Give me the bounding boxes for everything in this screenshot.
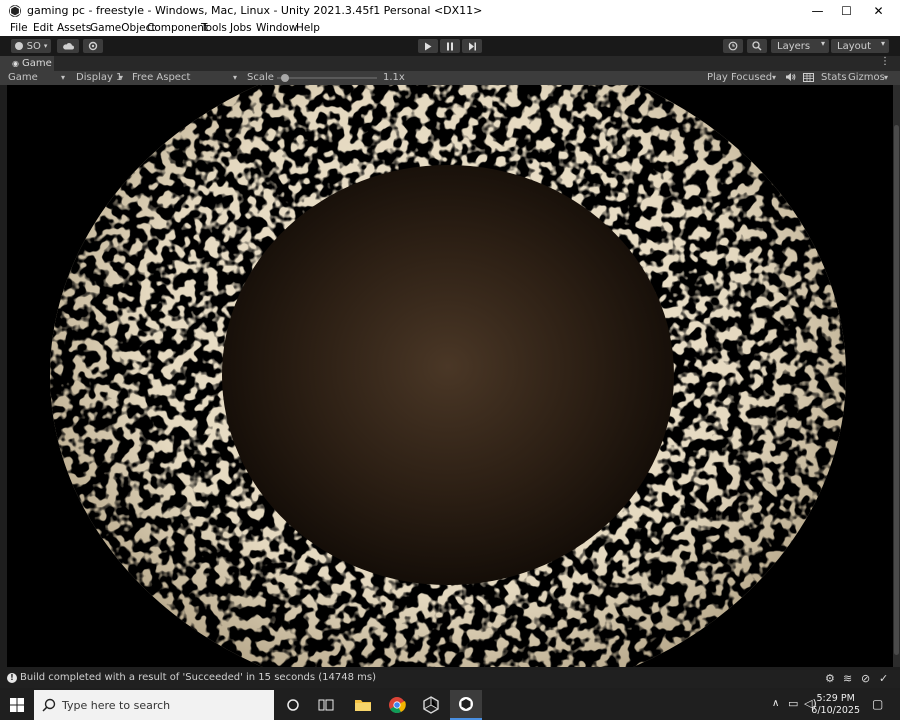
notifications-icon[interactable]: ▢ <box>872 697 883 711</box>
cortana-icon[interactable] <box>282 694 304 716</box>
history-button[interactable] <box>723 39 743 53</box>
window-title: gaming pc - freestyle - Windows, Mac, Li… <box>27 4 483 17</box>
more-options-icon[interactable]: ⋮ <box>880 56 890 67</box>
menu-help[interactable]: Help <box>296 22 320 34</box>
pause-button[interactable] <box>440 39 460 53</box>
inner-sphere <box>222 165 674 585</box>
play-button[interactable] <box>418 39 438 53</box>
stats-button[interactable]: Stats <box>821 71 847 85</box>
windows-start-icon[interactable] <box>6 694 28 716</box>
display-select[interactable]: Display 1 <box>76 71 122 85</box>
menu-file[interactable]: File <box>10 22 28 34</box>
pause-icon <box>447 42 453 50</box>
menu-window[interactable]: Window <box>256 22 297 34</box>
game-controls-bar: Game ▾ Display 1 ▾ Free Aspect ▾ Scale 1… <box>0 71 900 85</box>
chevron-down-icon: ▾ <box>884 73 889 82</box>
menu-bar: File Edit Assets GameObject Component To… <box>0 22 900 36</box>
chevron-down-icon: ▾ <box>820 39 825 48</box>
history-icon <box>728 41 738 51</box>
layers-dropdown[interactable]: Layers ▾ <box>771 39 829 53</box>
play-icon <box>425 42 432 50</box>
game-view-icon: ◉ <box>12 59 19 68</box>
menu-gameobject[interactable]: GameObject <box>90 22 155 34</box>
settings-button[interactable] <box>83 39 103 53</box>
unity-hub-icon[interactable] <box>420 694 442 716</box>
menu-tools[interactable]: Tools <box>201 22 227 34</box>
game-viewport[interactable] <box>7 85 893 667</box>
network-icon[interactable]: ▭ <box>788 697 798 710</box>
progress-icon[interactable]: ⊘ <box>861 672 870 685</box>
account-icon <box>14 42 23 50</box>
cloud-button[interactable] <box>57 39 79 53</box>
menu-edit[interactable]: Edit <box>33 22 53 34</box>
step-button[interactable] <box>462 39 482 53</box>
stats-grid-icon[interactable] <box>803 71 814 85</box>
info-icon: ! <box>7 673 17 683</box>
taskbar-clock[interactable]: 5:29 PM 6/10/2025 <box>811 693 860 717</box>
status-message[interactable]: Build completed with a result of 'Succee… <box>20 672 376 683</box>
vertical-scrollbar[interactable] <box>893 85 900 667</box>
status-bar: ! Build completed with a result of 'Succ… <box>0 670 900 688</box>
scrollbar-thumb[interactable] <box>894 125 899 655</box>
game-tab-bar: ◉ Game ⋮ <box>0 56 900 71</box>
cloud-icon <box>63 43 74 50</box>
chevron-down-icon: ▾ <box>772 73 777 82</box>
task-view-icon[interactable] <box>315 694 337 716</box>
unity-editor-icon[interactable] <box>450 690 482 720</box>
maximize-button[interactable]: ☐ <box>830 0 863 22</box>
scale-label: Scale <box>247 72 274 83</box>
menu-assets[interactable]: Assets <box>57 22 91 34</box>
rendered-scene <box>7 85 893 667</box>
layers-label: Layers <box>777 40 811 52</box>
scale-slider-handle[interactable] <box>281 74 289 82</box>
chevron-down-icon: ▾ <box>233 73 238 82</box>
unity-icon <box>9 5 21 17</box>
scale-slider[interactable] <box>277 74 377 82</box>
tab-game[interactable]: ◉ Game <box>0 56 54 71</box>
search-icon <box>752 41 762 51</box>
file-explorer-icon[interactable] <box>352 694 374 716</box>
title-bar: gaming pc - freestyle - Windows, Mac, Li… <box>0 0 900 22</box>
gear-icon <box>88 41 98 51</box>
audio-icon[interactable] <box>785 71 796 85</box>
layout-label: Layout <box>837 40 871 52</box>
main-toolbar: SO ▾ Layers ▾ Layout ▾ <box>0 36 900 56</box>
menu-jobs[interactable]: Jobs <box>230 22 252 34</box>
chevron-down-icon: ▾ <box>61 73 66 82</box>
view-select[interactable]: Game <box>8 71 38 85</box>
play-mode-select[interactable]: Play Focused <box>707 71 772 85</box>
account-button[interactable]: SO ▾ <box>11 39 51 53</box>
search-button[interactable] <box>747 39 767 53</box>
layout-dropdown[interactable]: Layout ▾ <box>831 39 889 53</box>
chevron-down-icon: ▾ <box>880 39 885 48</box>
aspect-select[interactable]: Free Aspect <box>132 71 190 85</box>
clock-time: 5:29 PM <box>816 693 855 704</box>
clock-date: 6/10/2025 <box>811 705 860 716</box>
close-button[interactable]: ✕ <box>862 0 895 22</box>
scale-value: 1.1x <box>383 72 405 83</box>
tab-game-label: Game <box>21 58 52 69</box>
step-icon <box>468 42 476 50</box>
layers-status-icon[interactable]: ≋ <box>843 672 852 685</box>
chevron-up-icon[interactable]: ∧ <box>772 698 779 709</box>
menu-component[interactable]: Component <box>147 22 208 34</box>
chrome-icon[interactable] <box>386 694 408 716</box>
account-label: SO <box>26 40 41 52</box>
gizmos-button[interactable]: Gizmos <box>848 71 885 85</box>
checkmark-icon[interactable]: ✓ <box>879 672 888 685</box>
debug-icon[interactable]: ⚙ <box>825 672 835 685</box>
chevron-down-icon: ▾ <box>119 73 124 82</box>
search-icon <box>42 698 56 712</box>
search-placeholder: Type here to search <box>62 699 171 712</box>
windows-taskbar: Type here to search ∧ ▭ ◁) 5:29 PM 6/10/… <box>0 690 900 720</box>
taskbar-search-box[interactable]: Type here to search <box>34 690 274 720</box>
